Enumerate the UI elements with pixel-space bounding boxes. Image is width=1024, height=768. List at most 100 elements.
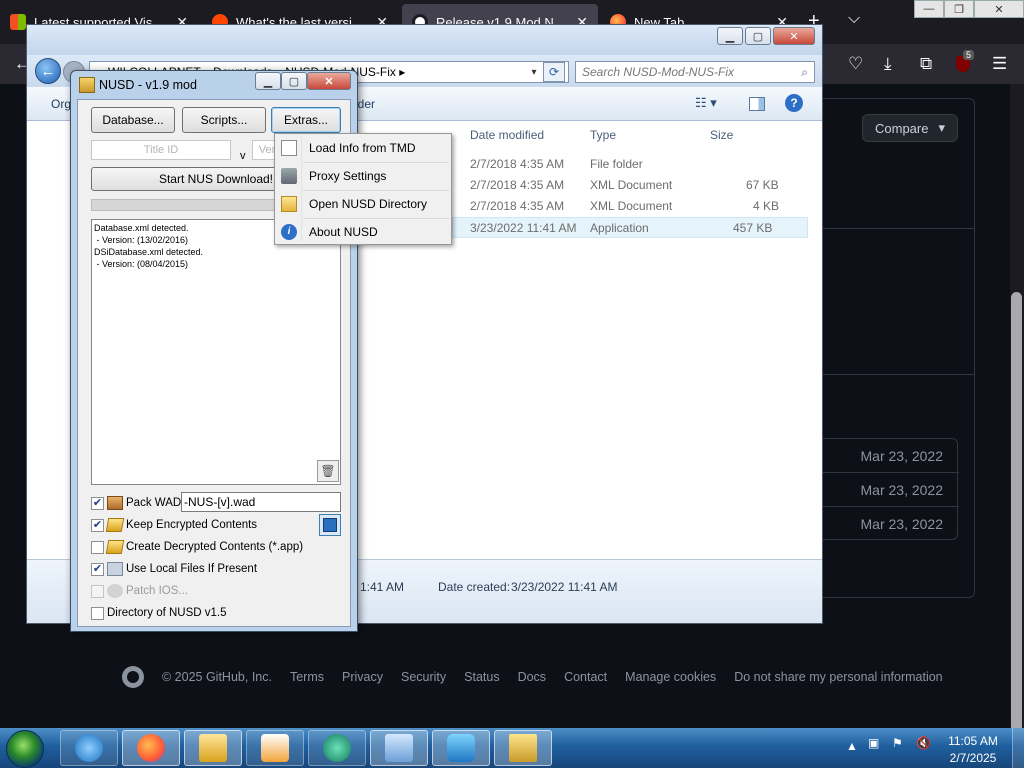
extras-menu: Load Info from TMD Proxy Settings Open N…: [274, 133, 452, 245]
show-hidden-icons[interactable]: ▲: [846, 739, 858, 753]
action-center-flag-icon[interactable]: ⚑: [892, 736, 903, 750]
menu-item-open-directory[interactable]: Open NUSD Directory: [277, 191, 449, 217]
wad-name-input[interactable]: -NUS-[v].wad: [181, 492, 341, 512]
divider: [818, 374, 975, 375]
back-arrow-icon[interactable]: ←: [35, 58, 61, 84]
package-icon: [107, 496, 123, 510]
chevron-down-icon[interactable]: ▾: [527, 62, 541, 82]
patch-ios-option: Patch IOS...: [91, 582, 188, 600]
gear-icon: [107, 584, 123, 598]
taskbar-media-player[interactable]: [246, 730, 304, 766]
footer-link-security[interactable]: Security: [401, 670, 446, 684]
taskbar-app-green[interactable]: [308, 730, 366, 766]
microsoft-icon: [10, 14, 26, 30]
clock-date: 2/7/2025: [949, 751, 997, 765]
create-decrypted-option[interactable]: Create Decrypted Contents (*.app): [91, 538, 303, 556]
menu-icon[interactable]: ☰: [992, 54, 1007, 74]
menu-item-label: About NUSD: [309, 225, 378, 239]
date-modified-value: 1:41 AM: [360, 580, 405, 594]
date-created-value: 3/23/2022 11:41 AM: [511, 580, 618, 594]
create-decrypted-checkbox[interactable]: [91, 540, 104, 554]
maximize-icon[interactable]: ▢: [745, 27, 771, 45]
directory-v15-option[interactable]: Directory of NUSD v1.5: [91, 604, 227, 622]
scrollbar-thumb[interactable]: [1011, 292, 1022, 732]
maximize-icon[interactable]: ❐: [944, 0, 974, 18]
keep-encrypted-checkbox[interactable]: ✔: [91, 518, 104, 532]
title-id-input[interactable]: Title ID: [91, 140, 231, 160]
footer-link-manage-cookies[interactable]: Manage cookies: [625, 670, 716, 684]
help-icon[interactable]: ?: [785, 94, 803, 112]
menu-item-label: Proxy Settings: [309, 169, 387, 183]
internet-explorer-icon: [75, 734, 103, 762]
footer-link-contact[interactable]: Contact: [564, 670, 607, 684]
organize-menu[interactable]: Org: [51, 97, 71, 111]
database-button[interactable]: Database...: [91, 107, 175, 133]
file-size: 67 KB: [746, 178, 779, 192]
compare-button[interactable]: Compare ▾: [862, 114, 958, 142]
directory-v15-checkbox[interactable]: [91, 606, 104, 620]
close-icon[interactable]: ✕: [974, 0, 1024, 18]
taskbar-control-panel[interactable]: [370, 730, 428, 766]
maximize-icon[interactable]: ▢: [281, 72, 307, 90]
extras-button[interactable]: Extras...: [271, 107, 341, 133]
log-line: - Version: (08/04/2015): [94, 259, 189, 269]
close-icon[interactable]: ✕: [773, 27, 815, 45]
option-label: Directory of NUSD v1.5: [107, 607, 227, 619]
network-icon[interactable]: ▣: [868, 736, 879, 750]
volume-muted-icon[interactable]: 🔇: [916, 736, 931, 750]
log-output[interactable]: Database.xml detected. - Version: (13/02…: [91, 219, 341, 485]
search-icon[interactable]: ⌕: [801, 65, 808, 80]
taskbar-explorer[interactable]: [184, 730, 242, 766]
taskbar-firefox[interactable]: [122, 730, 180, 766]
save-icon[interactable]: [319, 514, 341, 536]
asset-date: Mar 23, 2022: [860, 516, 944, 532]
new-folder-button[interactable]: lder: [355, 97, 375, 111]
menu-item-proxy-settings[interactable]: Proxy Settings: [277, 163, 449, 189]
footer-link-do-not-share[interactable]: Do not share my personal information: [734, 670, 942, 684]
use-local-files-checkbox[interactable]: ✔: [91, 562, 104, 576]
list-all-tabs-button[interactable]: ⌵: [848, 10, 860, 28]
use-local-files-option[interactable]: ✔ Use Local Files If Present: [91, 560, 257, 578]
pack-wad-option[interactable]: ✔ Pack WAD: [91, 494, 181, 512]
media-player-icon: [261, 734, 289, 762]
footer-link-docs[interactable]: Docs: [518, 670, 546, 684]
column-size[interactable]: Size: [710, 123, 733, 147]
github-logo-icon[interactable]: [122, 666, 144, 688]
file-row-selected[interactable]: 3/23/2022 11:41 AM Application 457 KB: [452, 217, 808, 238]
minimize-icon[interactable]: —: [914, 0, 944, 18]
search-input[interactable]: Search NUSD-Mod-NUS-Fix ⌕: [575, 61, 815, 83]
scripts-button[interactable]: Scripts...: [182, 107, 266, 133]
file-size: 4 KB: [753, 199, 780, 213]
refresh-icon[interactable]: ⟳: [543, 62, 565, 82]
minimize-icon[interactable]: ▁: [255, 72, 281, 90]
system-clock[interactable]: 11:05 AM 2/7/2025: [944, 733, 1002, 767]
pocket-icon[interactable]: ♡: [848, 54, 863, 74]
footer-link-terms[interactable]: Terms: [290, 670, 324, 684]
menu-item-about[interactable]: i About NUSD: [277, 219, 449, 245]
taskbar-nusd[interactable]: [494, 730, 552, 766]
taskbar-dolphin[interactable]: [432, 730, 490, 766]
keep-encrypted-option[interactable]: ✔ Keep Encrypted Contents: [91, 516, 257, 534]
taskbar-internet-explorer[interactable]: [60, 730, 118, 766]
pack-wad-checkbox[interactable]: ✔: [91, 496, 104, 510]
extensions-icon[interactable]: ⧉: [920, 54, 932, 74]
show-desktop-button[interactable]: [1012, 728, 1024, 768]
minimize-icon[interactable]: ▁: [717, 27, 743, 45]
column-date-modified[interactable]: Date modified: [470, 123, 544, 147]
file-date: 2/7/2018 4:35 AM: [470, 157, 565, 171]
start-button[interactable]: [6, 730, 44, 768]
change-view-icon[interactable]: ☷ ▾: [695, 95, 731, 111]
clear-log-trash-icon[interactable]: 🗑: [317, 460, 339, 482]
asset-date: Mar 23, 2022: [819, 473, 959, 507]
footer-link-status[interactable]: Status: [464, 670, 499, 684]
close-icon[interactable]: ✕: [307, 72, 351, 90]
folder-icon: [281, 196, 297, 212]
navigation-pane[interactable]: [27, 121, 72, 559]
column-type[interactable]: Type: [590, 123, 616, 147]
download-icon[interactable]: ⤓: [884, 54, 892, 74]
patch-ios-checkbox: [91, 584, 104, 598]
menu-item-load-tmd[interactable]: Load Info from TMD: [277, 135, 449, 161]
preview-pane-icon[interactable]: [749, 97, 765, 111]
footer-link-privacy[interactable]: Privacy: [342, 670, 383, 684]
log-line: DSiDatabase.xml detected.: [94, 247, 204, 257]
